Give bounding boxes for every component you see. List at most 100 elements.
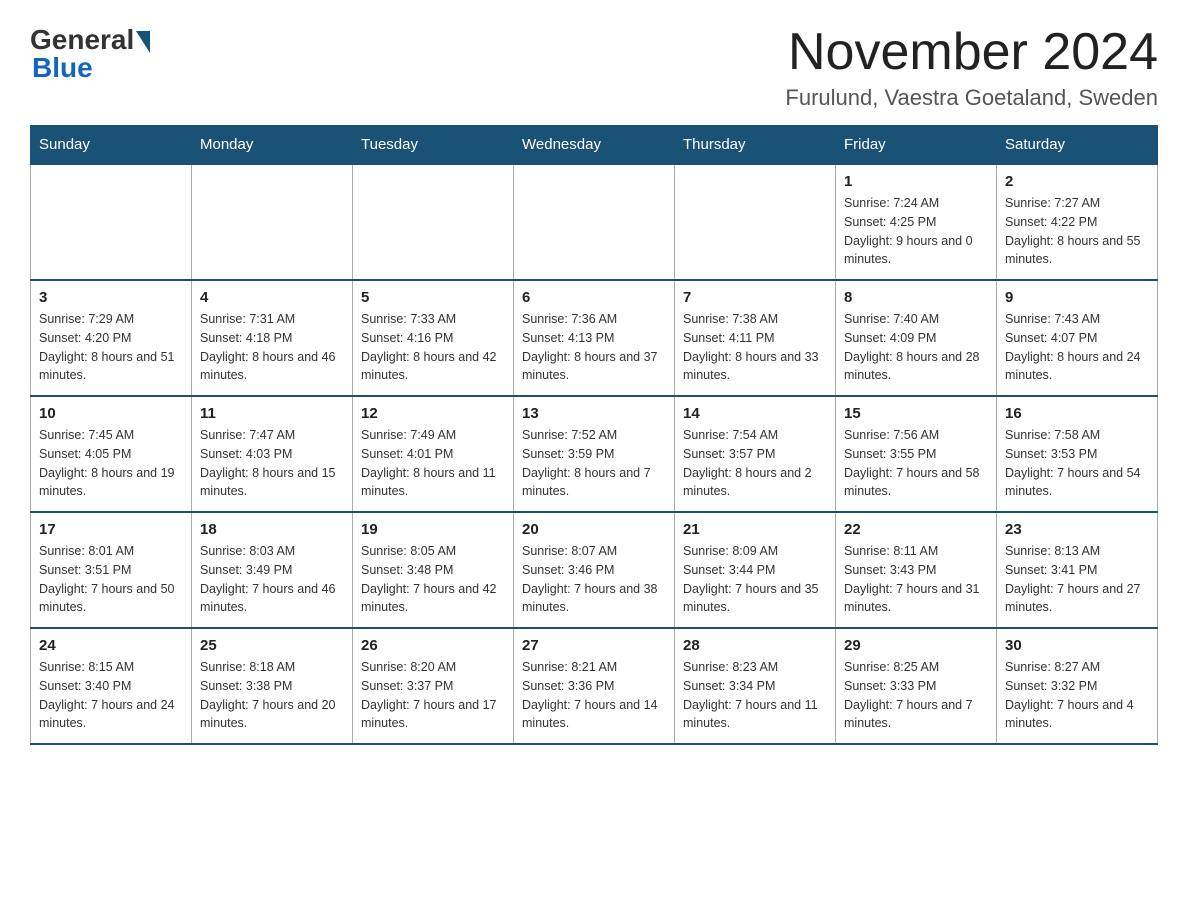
- calendar-cell: 26 Sunrise: 8:20 AMSunset: 3:37 PMDayligh…: [353, 628, 514, 744]
- week-row-4: 17 Sunrise: 8:01 AMSunset: 3:51 PMDayligh…: [31, 512, 1158, 628]
- location-title: Furulund, Vaestra Goetaland, Sweden: [785, 85, 1158, 111]
- calendar-cell: 27 Sunrise: 8:21 AMSunset: 3:36 PMDayligh…: [514, 628, 675, 744]
- calendar-cell: 6 Sunrise: 7:36 AMSunset: 4:13 PMDaylight…: [514, 280, 675, 396]
- day-number: 20: [522, 521, 666, 538]
- calendar-cell: [353, 164, 514, 280]
- day-info: Sunrise: 7:47 AMSunset: 4:03 PMDaylight:…: [200, 426, 344, 501]
- day-info: Sunrise: 7:40 AMSunset: 4:09 PMDaylight:…: [844, 310, 988, 385]
- day-info: Sunrise: 8:09 AMSunset: 3:44 PMDaylight:…: [683, 542, 827, 617]
- page-header: General Blue November 2024 Furulund, Vae…: [30, 24, 1158, 111]
- day-number: 22: [844, 521, 988, 538]
- week-row-3: 10Sunrise: 7:45 AMSunset: 4:05 PMDayligh…: [31, 396, 1158, 512]
- day-info: Sunrise: 8:03 AMSunset: 3:49 PMDaylight:…: [200, 542, 344, 617]
- day-number: 3: [39, 289, 183, 306]
- day-info: Sunrise: 7:56 AMSunset: 3:55 PMDaylight:…: [844, 426, 988, 501]
- day-number: 26: [361, 637, 505, 654]
- calendar-cell: 18Sunrise: 8:03 AMSunset: 3:49 PMDayligh…: [192, 512, 353, 628]
- day-info: Sunrise: 8:01 AMSunset: 3:51 PMDaylight:…: [39, 542, 183, 617]
- calendar-cell: 20 Sunrise: 8:07 AMSunset: 3:46 PMDayligh…: [514, 512, 675, 628]
- logo-arrow-icon: [136, 31, 150, 53]
- calendar-cell: 25Sunrise: 8:18 AMSunset: 3:38 PMDayligh…: [192, 628, 353, 744]
- day-number: 27: [522, 637, 666, 654]
- calendar-cell: 21 Sunrise: 8:09 AMSunset: 3:44 PMDayligh…: [675, 512, 836, 628]
- calendar-cell: 23 Sunrise: 8:13 AMSunset: 3:41 PMDayligh…: [997, 512, 1158, 628]
- day-info: Sunrise: 8:07 AMSunset: 3:46 PMDaylight:…: [522, 542, 666, 617]
- day-number: 8: [844, 289, 988, 306]
- calendar-cell: 16 Sunrise: 7:58 AMSunset: 3:53 PMDayligh…: [997, 396, 1158, 512]
- day-info: Sunrise: 7:36 AMSunset: 4:13 PMDaylight:…: [522, 310, 666, 385]
- day-number: 17: [39, 521, 183, 538]
- day-number: 11: [200, 405, 344, 422]
- calendar-cell: 17 Sunrise: 8:01 AMSunset: 3:51 PMDayligh…: [31, 512, 192, 628]
- day-info: Sunrise: 8:23 AMSunset: 3:34 PMDaylight:…: [683, 658, 827, 733]
- day-info: Sunrise: 8:05 AMSunset: 3:48 PMDaylight:…: [361, 542, 505, 617]
- day-number: 19: [361, 521, 505, 538]
- day-info: Sunrise: 7:52 AMSunset: 3:59 PMDaylight:…: [522, 426, 666, 501]
- week-row-2: 3 Sunrise: 7:29 AMSunset: 4:20 PMDaylight…: [31, 280, 1158, 396]
- day-info: Sunrise: 8:21 AMSunset: 3:36 PMDaylight:…: [522, 658, 666, 733]
- calendar-cell: [675, 164, 836, 280]
- calendar-cell: 1 Sunrise: 7:24 AMSunset: 4:25 PMDaylight…: [836, 164, 997, 280]
- title-area: November 2024 Furulund, Vaestra Goetalan…: [785, 24, 1158, 111]
- day-number: 23: [1005, 521, 1149, 538]
- day-number: 21: [683, 521, 827, 538]
- calendar-cell: 13 Sunrise: 7:52 AMSunset: 3:59 PMDayligh…: [514, 396, 675, 512]
- calendar-cell: 3 Sunrise: 7:29 AMSunset: 4:20 PMDaylight…: [31, 280, 192, 396]
- calendar-cell: 10Sunrise: 7:45 AMSunset: 4:05 PMDayligh…: [31, 396, 192, 512]
- calendar-cell: 9 Sunrise: 7:43 AMSunset: 4:07 PMDaylight…: [997, 280, 1158, 396]
- day-info: Sunrise: 7:27 AMSunset: 4:22 PMDaylight:…: [1005, 194, 1149, 269]
- calendar-cell: 29Sunrise: 8:25 AMSunset: 3:33 PMDayligh…: [836, 628, 997, 744]
- calendar-cell: 28 Sunrise: 8:23 AMSunset: 3:34 PMDayligh…: [675, 628, 836, 744]
- day-info: Sunrise: 8:15 AMSunset: 3:40 PMDaylight:…: [39, 658, 183, 733]
- weekday-header-friday: Friday: [836, 126, 997, 165]
- calendar-cell: 7 Sunrise: 7:38 AMSunset: 4:11 PMDaylight…: [675, 280, 836, 396]
- day-number: 2: [1005, 173, 1149, 190]
- day-info: Sunrise: 7:38 AMSunset: 4:11 PMDaylight:…: [683, 310, 827, 385]
- day-number: 7: [683, 289, 827, 306]
- calendar-cell: 24 Sunrise: 8:15 AMSunset: 3:40 PMDayligh…: [31, 628, 192, 744]
- calendar-cell: 14Sunrise: 7:54 AMSunset: 3:57 PMDayligh…: [675, 396, 836, 512]
- day-info: Sunrise: 7:24 AMSunset: 4:25 PMDaylight:…: [844, 194, 988, 269]
- weekday-header-wednesday: Wednesday: [514, 126, 675, 165]
- day-info: Sunrise: 8:13 AMSunset: 3:41 PMDaylight:…: [1005, 542, 1149, 617]
- day-info: Sunrise: 7:54 AMSunset: 3:57 PMDaylight:…: [683, 426, 827, 501]
- month-title: November 2024: [785, 24, 1158, 81]
- calendar-cell: 2 Sunrise: 7:27 AMSunset: 4:22 PMDaylight…: [997, 164, 1158, 280]
- day-info: Sunrise: 7:33 AMSunset: 4:16 PMDaylight:…: [361, 310, 505, 385]
- week-row-1: 1 Sunrise: 7:24 AMSunset: 4:25 PMDaylight…: [31, 164, 1158, 280]
- day-number: 13: [522, 405, 666, 422]
- calendar-cell: [31, 164, 192, 280]
- week-row-5: 24 Sunrise: 8:15 AMSunset: 3:40 PMDayligh…: [31, 628, 1158, 744]
- day-info: Sunrise: 7:49 AMSunset: 4:01 PMDaylight:…: [361, 426, 505, 501]
- day-info: Sunrise: 8:25 AMSunset: 3:33 PMDaylight:…: [844, 658, 988, 733]
- day-number: 28: [683, 637, 827, 654]
- day-number: 1: [844, 173, 988, 190]
- day-number: 4: [200, 289, 344, 306]
- day-number: 12: [361, 405, 505, 422]
- day-number: 24: [39, 637, 183, 654]
- day-info: Sunrise: 7:29 AMSunset: 4:20 PMDaylight:…: [39, 310, 183, 385]
- day-info: Sunrise: 8:27 AMSunset: 3:32 PMDaylight:…: [1005, 658, 1149, 733]
- day-number: 5: [361, 289, 505, 306]
- day-info: Sunrise: 7:58 AMSunset: 3:53 PMDaylight:…: [1005, 426, 1149, 501]
- weekday-header-saturday: Saturday: [997, 126, 1158, 165]
- day-number: 6: [522, 289, 666, 306]
- calendar-cell: 30 Sunrise: 8:27 AMSunset: 3:32 PMDayligh…: [997, 628, 1158, 744]
- calendar-cell: 22Sunrise: 8:11 AMSunset: 3:43 PMDayligh…: [836, 512, 997, 628]
- day-number: 9: [1005, 289, 1149, 306]
- day-number: 15: [844, 405, 988, 422]
- logo: General Blue: [30, 24, 150, 84]
- weekday-header-row: SundayMondayTuesdayWednesdayThursdayFrid…: [31, 126, 1158, 165]
- day-info: Sunrise: 7:31 AMSunset: 4:18 PMDaylight:…: [200, 310, 344, 385]
- weekday-header-monday: Monday: [192, 126, 353, 165]
- day-info: Sunrise: 7:43 AMSunset: 4:07 PMDaylight:…: [1005, 310, 1149, 385]
- day-number: 25: [200, 637, 344, 654]
- calendar-cell: 4 Sunrise: 7:31 AMSunset: 4:18 PMDaylight…: [192, 280, 353, 396]
- calendar-cell: 5 Sunrise: 7:33 AMSunset: 4:16 PMDaylight…: [353, 280, 514, 396]
- calendar-cell: 8 Sunrise: 7:40 AMSunset: 4:09 PMDaylight…: [836, 280, 997, 396]
- day-info: Sunrise: 8:20 AMSunset: 3:37 PMDaylight:…: [361, 658, 505, 733]
- calendar-cell: 11 Sunrise: 7:47 AMSunset: 4:03 PMDayligh…: [192, 396, 353, 512]
- day-number: 16: [1005, 405, 1149, 422]
- day-number: 30: [1005, 637, 1149, 654]
- logo-blue-text: Blue: [32, 52, 93, 84]
